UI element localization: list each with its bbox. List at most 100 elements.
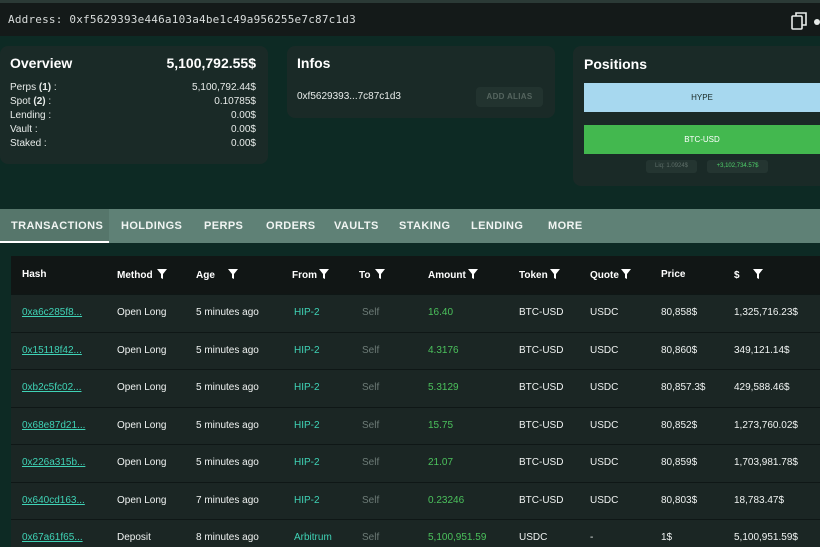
filter-icon[interactable]: [319, 269, 329, 279]
table-row: 0xb2c5fc02... Open Long 5 minutes ago HIP-2…: [11, 369, 820, 407]
column-header-method[interactable]: Method: [117, 269, 168, 281]
tab-staking[interactable]: STAKING: [399, 209, 450, 243]
usd-value-cell: 1,273,760.02$: [734, 419, 798, 431]
hash-link[interactable]: 0x67a61f65...: [22, 532, 83, 543]
overview-card: Overview 5,100,792.55$ Perps (1) : 5,100…: [0, 46, 268, 164]
column-header-price: Price: [661, 269, 685, 280]
position-bar-hype[interactable]: HYPE: [584, 83, 820, 112]
column-header-to[interactable]: To: [359, 269, 386, 281]
overview-row-label: Spot (2) :: [10, 96, 51, 107]
column-header-label: Quote: [590, 270, 619, 281]
age-cell: 5 minutes ago: [196, 307, 259, 318]
usd-value-cell: 18,783.47$: [734, 494, 785, 506]
column-header-usd[interactable]: $: [734, 269, 763, 281]
copy-icon[interactable]: [791, 12, 807, 30]
price-cell: 80,860$: [661, 344, 698, 356]
from-link[interactable]: HIP-2: [294, 420, 320, 431]
from-link[interactable]: HIP-2: [294, 307, 320, 318]
method-cell: Open Long: [117, 457, 167, 468]
filter-icon[interactable]: [375, 269, 386, 279]
overview-row-value: 0.00$: [230, 110, 256, 121]
age-cell: 5 minutes ago: [196, 457, 259, 468]
tab-more[interactable]: MORE: [548, 209, 583, 243]
from-link[interactable]: HIP-2: [294, 457, 320, 468]
overview-row-value: 0.00$: [230, 124, 256, 135]
address-text: Address: 0xf5629393e446a103a4be1c49a9562…: [8, 13, 356, 26]
usd-value-cell: 5,100,951.59$: [734, 532, 798, 543]
quote-cell: -: [590, 532, 594, 543]
quote-cell: USDC: [590, 382, 619, 393]
table-row: 0x226a315b... Open Long 5 minutes ago HIP-2…: [11, 444, 820, 482]
token-cell: BTC-USD: [519, 419, 564, 431]
overview-row-label: Perps (1) :: [10, 82, 57, 93]
method-cell: Open Long: [117, 344, 167, 356]
price-cell: 1$: [661, 532, 673, 543]
column-header-amount[interactable]: Amount: [428, 269, 478, 281]
to-cell: Self: [362, 457, 380, 468]
filter-icon[interactable]: [228, 269, 239, 279]
overview-row-count: (1): [38, 82, 52, 93]
token-cell: BTC-USD: [519, 344, 564, 356]
amount-cell: 21.07: [428, 457, 454, 468]
column-header-from[interactable]: From: [292, 269, 329, 281]
tab-lending[interactable]: LENDING: [471, 209, 523, 243]
table-row: 0x15118f42... Open Long 5 minutes ago HIP-2…: [11, 331, 820, 370]
overview-row-value: 0.00$: [230, 138, 256, 149]
hash-link[interactable]: 0x68e87d21...: [22, 420, 85, 431]
tab-bar: TRANSACTIONS HOLDINGS PERPS ORDERS VAULT…: [0, 209, 820, 243]
token-cell: USDC: [519, 532, 548, 543]
usd-value-cell: 1,325,716.23$: [734, 307, 798, 318]
address-bar: Address: 0xf5629393e446a103a4be1c49a9562…: [0, 0, 820, 36]
from-link[interactable]: Arbitrum: [294, 532, 332, 543]
column-header-label: To: [359, 270, 371, 281]
overview-row-label: Vault :: [10, 124, 38, 135]
token-cell: BTC-USD: [519, 494, 564, 506]
tab-vaults[interactable]: VAULTS: [334, 209, 379, 243]
overview-row-label: Lending :: [10, 110, 52, 121]
from-link[interactable]: HIP-2: [294, 345, 320, 356]
price-cell: 80,858$: [661, 307, 698, 318]
column-header-label: Method: [117, 270, 153, 281]
overview-row-label-text: Spot: [10, 96, 34, 107]
usd-value-cell: 349,121.14$: [734, 344, 790, 356]
tab-perps[interactable]: PERPS: [204, 209, 243, 243]
filter-icon[interactable]: [752, 269, 763, 279]
amount-cell: 5.3129: [428, 382, 459, 393]
hash-link[interactable]: 0x15118f42...: [22, 345, 82, 356]
filter-icon[interactable]: [549, 269, 560, 279]
method-cell: Open Long: [117, 419, 167, 431]
method-cell: Open Long: [117, 382, 167, 393]
to-cell: Self: [362, 307, 380, 318]
tab-orders[interactable]: ORDERS: [266, 209, 315, 243]
column-header-label: Hash: [22, 269, 47, 280]
tab-transactions[interactable]: TRANSACTIONS: [0, 209, 109, 243]
hash-link[interactable]: 0x226a315b...: [22, 457, 85, 468]
table-row: 0x68e87d21... Open Long 5 minutes ago HIP-2…: [11, 406, 820, 445]
from-link[interactable]: HIP-2: [294, 382, 320, 393]
quote-cell: USDC: [590, 457, 619, 468]
hash-link[interactable]: 0x640cd163...: [22, 495, 85, 506]
amount-cell: 5,100,951.59: [428, 532, 487, 543]
overview-row-label: Staked :: [10, 138, 47, 149]
quote-cell: USDC: [590, 307, 619, 318]
from-link[interactable]: HIP-2: [294, 495, 320, 506]
column-header-token[interactable]: Token: [519, 269, 560, 281]
column-header-quote[interactable]: Quote: [590, 269, 631, 281]
more-icon[interactable]: [814, 19, 820, 25]
method-cell: Open Long: [117, 307, 167, 318]
overview-title: Overview: [10, 55, 73, 71]
column-header-hash: Hash: [22, 269, 46, 280]
amount-cell: 16.40: [428, 307, 454, 318]
to-cell: Self: [362, 419, 380, 431]
filter-icon[interactable]: [620, 269, 631, 279]
tab-holdings[interactable]: HOLDINGS: [121, 209, 182, 243]
liquidation-price-badge: Liq: 1.0924$: [646, 160, 697, 173]
add-alias-button[interactable]: ADD ALIAS: [476, 87, 543, 107]
position-bar-btc-usd[interactable]: BTC-USD: [584, 125, 820, 154]
filter-icon[interactable]: [157, 269, 168, 279]
hash-link[interactable]: 0xb2c5fc02...: [22, 382, 81, 393]
hash-link[interactable]: 0xa6c285f8...: [22, 307, 82, 318]
filter-icon[interactable]: [467, 269, 478, 279]
column-header-age[interactable]: Age: [196, 269, 239, 281]
overview-row-label-text: Perps: [10, 82, 39, 93]
